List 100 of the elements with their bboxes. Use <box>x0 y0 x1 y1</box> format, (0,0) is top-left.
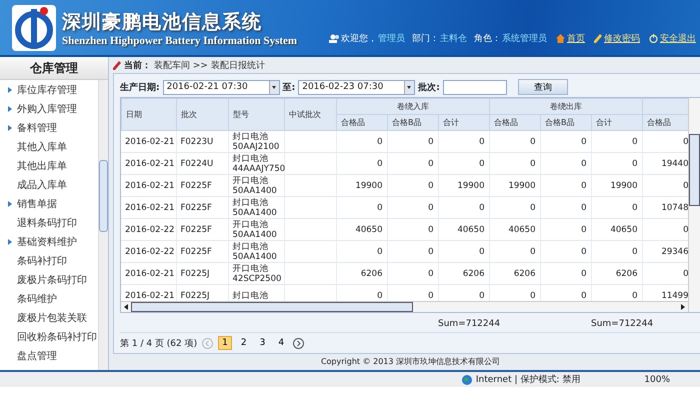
security-zone: Internet | 保护模式: 禁用 <box>476 374 580 386</box>
table-cell: F0225F <box>176 174 228 196</box>
menu-item[interactable]: 备料管理 <box>0 118 98 137</box>
menu-item[interactable]: 废极片包装关联 <box>0 308 98 327</box>
table-cell: 0 <box>336 131 387 152</box>
scrollbar[interactable] <box>688 98 700 312</box>
column-group-header: 卷绕出库 <box>490 98 643 114</box>
table-cell: 0 <box>438 240 489 262</box>
table-cell: 0 <box>438 196 489 218</box>
search-button[interactable]: 查询 <box>518 79 568 95</box>
menu-item[interactable]: 废极片条码打印 <box>0 270 98 289</box>
header-link[interactable]: 安全退出 <box>660 32 696 45</box>
date-from-field[interactable]: 2016-02-21 07:30 <box>162 80 280 94</box>
table-cell: 6206 <box>438 262 489 284</box>
table-cell: 0 <box>387 174 438 196</box>
column-header: 合格品 <box>336 114 388 130</box>
dropdown-icon[interactable] <box>268 80 279 94</box>
table-cell: 封口电池 50AA1400 <box>228 240 284 262</box>
pencil-icon <box>594 34 602 43</box>
house-icon <box>556 34 565 43</box>
table-cell: 0 <box>591 196 642 218</box>
page-button[interactable]: 4 <box>274 336 288 350</box>
column-header: 合格B品 <box>540 114 592 130</box>
date-to-field[interactable]: 2016-02-23 07:30 <box>298 80 416 94</box>
scroll-thumb[interactable] <box>131 302 413 312</box>
table-cell: F0223U <box>176 131 228 152</box>
table-cell: 0 <box>540 131 591 152</box>
user-name: 管理员 <box>378 32 405 45</box>
table-cell: 开口电池 50AA1400 <box>228 174 284 196</box>
table-cell: 2016-02-21 <box>121 262 176 284</box>
welcome-text: 欢迎您， <box>341 32 377 45</box>
scroll-thumb[interactable] <box>99 160 108 232</box>
batch-field[interactable] <box>442 80 507 94</box>
dropdown-icon[interactable] <box>404 80 414 94</box>
logo-icon <box>12 4 56 50</box>
breadcrumb-label: 当前： <box>124 60 151 72</box>
table-cell: 19900 <box>438 174 489 196</box>
table-cell: 6206 <box>591 262 642 284</box>
menu-item[interactable]: 退料条码打印 <box>0 213 98 232</box>
table-cell: 封口电池 50AAJ2100 <box>228 131 284 152</box>
user-icon <box>329 34 340 43</box>
table-cell: 2016-02-21 <box>121 196 176 218</box>
table-cell: 2016-02-22 <box>121 240 176 262</box>
menu-item[interactable]: 库位库存管理 <box>0 80 98 99</box>
page-button[interactable]: 2 <box>236 336 251 350</box>
role-label: 角色： <box>474 32 501 45</box>
table-cell: 2016-02-21 <box>121 174 176 196</box>
table-cell: 0 <box>540 152 591 174</box>
table-cell: 0 <box>438 131 489 152</box>
date-label: 生产日期: <box>120 81 160 94</box>
table-cell: 0 <box>489 152 540 174</box>
department-value: 主料仓 <box>440 32 467 45</box>
table-cell: 2016-02-21 <box>121 152 176 174</box>
menu-item[interactable]: 盘点管理 <box>0 346 98 365</box>
column-header: 日期 <box>122 98 176 130</box>
table-cell: 19900 <box>489 174 540 196</box>
header-link[interactable]: 修改密码 <box>604 32 640 45</box>
menu-item[interactable]: 条码维护 <box>0 289 98 308</box>
table-cell: 0 <box>387 262 438 284</box>
table-cell: 0 <box>489 240 540 262</box>
menu-item[interactable]: 销售单据 <box>0 194 98 213</box>
table-cell: 0 <box>438 152 489 174</box>
table-cell: 0 <box>591 131 642 152</box>
menu-item[interactable]: 回收粉条码补打印 <box>0 327 98 346</box>
menu-item[interactable]: 外购入库管理 <box>0 99 98 118</box>
column-header: 合计 <box>438 114 490 130</box>
table-cell: 0 <box>387 196 438 218</box>
table-cell: 40650 <box>489 218 540 240</box>
zoom-level[interactable]: 100% <box>644 374 670 384</box>
page-button[interactable]: 3 <box>256 336 270 350</box>
menu-item[interactable]: 条码补打印 <box>0 251 98 270</box>
table-cell: F0225F <box>176 196 228 218</box>
page-summary: 第 1 / 4 页 (62 项) <box>120 338 198 350</box>
header-link[interactable]: 首页 <box>567 32 585 45</box>
column-header: 型号 <box>228 98 284 130</box>
table-cell: F0225F <box>176 218 228 240</box>
column-header: 中试批次 <box>284 98 336 130</box>
column-header: 合格品 <box>490 114 541 130</box>
scroll-thumb[interactable] <box>689 134 700 206</box>
column-header: 合格品 <box>642 114 688 130</box>
table-cell: 40650 <box>336 218 387 240</box>
table-cell: 0 <box>336 240 387 262</box>
menu-item[interactable]: 基础资料维护 <box>0 232 98 251</box>
table-cell: 0 <box>489 196 540 218</box>
column-sum: Sum=712244 <box>438 318 500 330</box>
next-page-icon[interactable] <box>293 338 304 348</box>
table-cell: 0 <box>540 174 591 196</box>
scrollbar[interactable] <box>121 301 688 312</box>
table-cell: 0 <box>591 152 642 174</box>
page-button[interactable]: 1 <box>218 336 232 350</box>
table-cell: 开口电池 50AA1400 <box>228 218 284 240</box>
scrollbar[interactable] <box>98 80 108 370</box>
table-cell: 开口电池 42SCP2500 <box>228 262 284 284</box>
column-group-header: 卷绕入库 <box>336 98 490 114</box>
table-cell: 19900 <box>336 174 387 196</box>
batch-label: 批次: <box>418 82 440 94</box>
table-cell: 0 <box>336 196 387 218</box>
menu-item[interactable]: 成品入库单 <box>0 175 98 194</box>
menu-item[interactable]: 其他出库单 <box>0 156 98 175</box>
menu-item[interactable]: 其他入库单 <box>0 137 98 156</box>
